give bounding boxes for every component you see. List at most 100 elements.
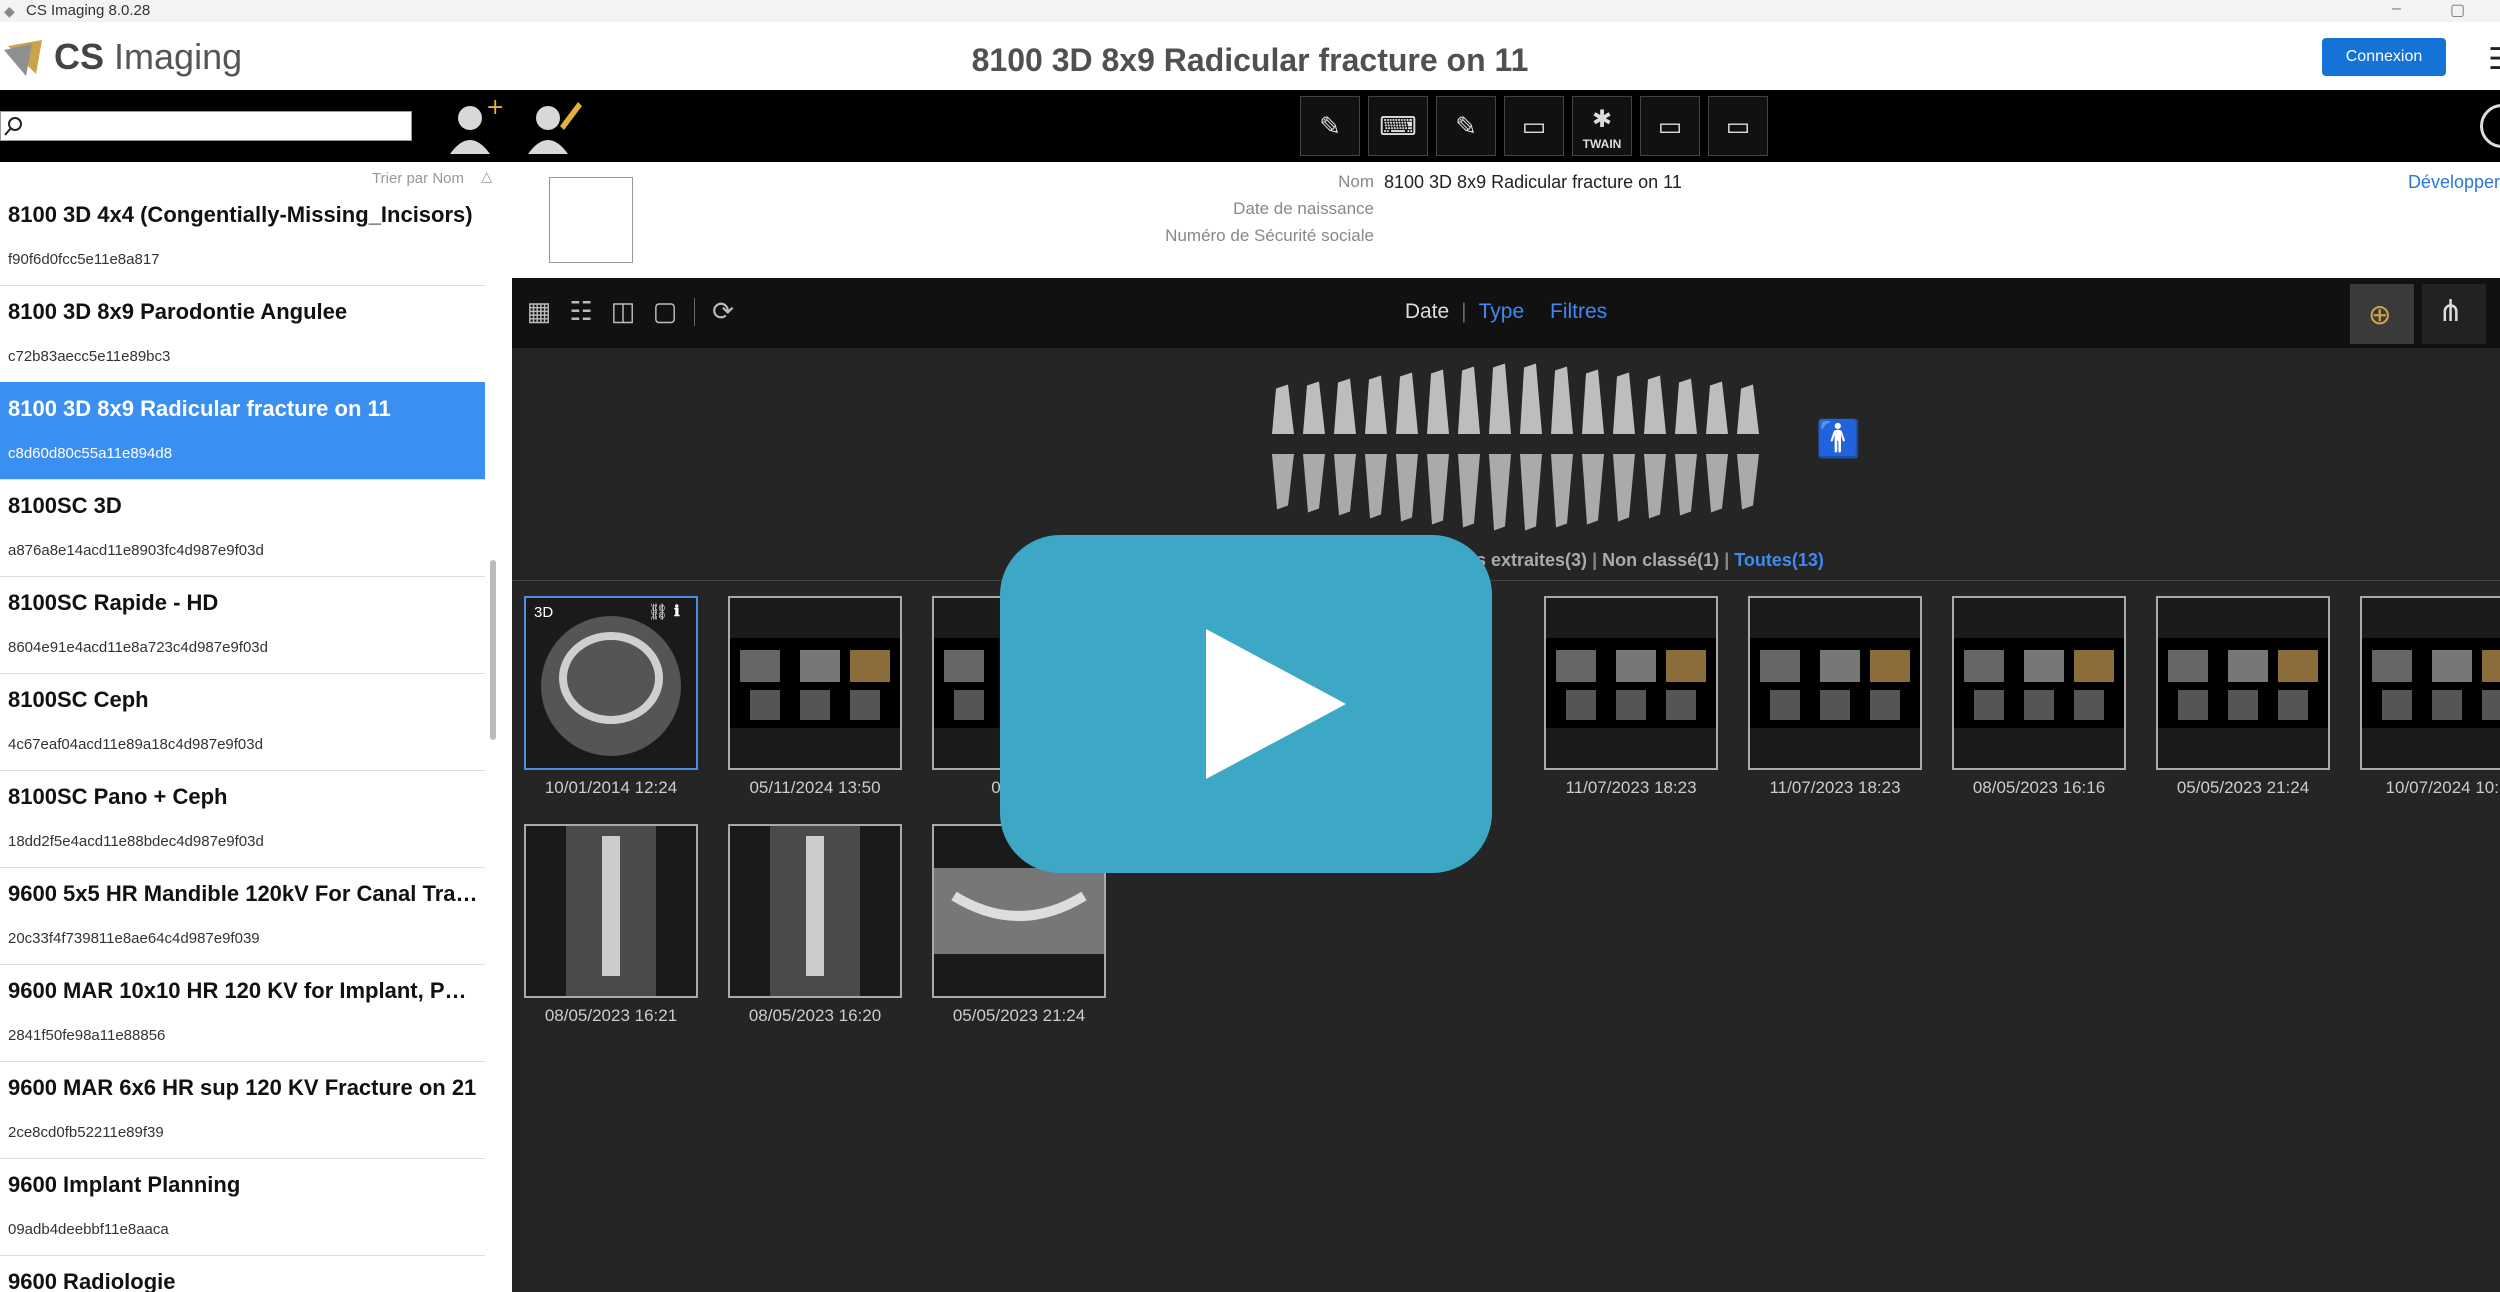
patient-list-item[interactable]: 9600 MAR 6x6 HR sup 120 KV Fracture on 2… xyxy=(0,1061,485,1159)
patient-name: 9600 MAR 6x6 HR sup 120 KV Fracture on 2… xyxy=(8,1075,477,1100)
sensor-icon: ▭ xyxy=(1657,111,1683,141)
share-icon: ⋔ xyxy=(2438,295,2464,328)
upper-tooth[interactable] xyxy=(1551,366,1573,435)
patient-list-item[interactable]: 8100SC Ceph 4c67eaf04acd11e89a18c4d987e9f… xyxy=(0,673,485,771)
upper-tooth[interactable] xyxy=(1334,378,1356,435)
dental-chart[interactable] xyxy=(1252,348,1782,548)
clock-icon[interactable] xyxy=(2480,104,2500,148)
intraoral-camera-button[interactable]: ✎ xyxy=(1300,96,1360,156)
patient-photo[interactable] xyxy=(549,177,633,263)
upper-tooth[interactable] xyxy=(1737,384,1759,435)
image-thumbnail[interactable] xyxy=(728,824,902,998)
video-play-button[interactable] xyxy=(1000,535,1492,873)
lower-tooth[interactable] xyxy=(1520,454,1542,531)
cat-separator: | xyxy=(1592,550,1603,570)
report-image xyxy=(2362,638,2500,728)
upper-tooth[interactable] xyxy=(1644,375,1666,435)
lower-tooth[interactable] xyxy=(1551,454,1573,528)
image-thumbnail[interactable] xyxy=(728,596,902,770)
restore-icon[interactable]: ▢ xyxy=(2450,0,2465,20)
tab-filtres[interactable]: Filtres xyxy=(1544,300,1613,323)
report-image xyxy=(730,638,900,728)
connexion-button[interactable]: Connexion xyxy=(2322,38,2446,76)
patient-list-item[interactable]: 8100SC 3D a876a8e14acd11e8903fc4d987e9f03… xyxy=(0,479,485,577)
lower-tooth[interactable] xyxy=(1613,454,1635,522)
info-icon[interactable]: ℹ xyxy=(674,602,680,620)
tab-type[interactable]: Type xyxy=(1473,300,1531,323)
lower-tooth[interactable] xyxy=(1644,454,1666,519)
patient-list-item[interactable]: 8100SC Pano + Ceph 18dd2f5e4acd11e88bdec4… xyxy=(0,770,485,868)
upper-tooth[interactable] xyxy=(1613,372,1635,435)
patient-list-item[interactable]: 8100 3D 4x4 (Congentially-Missing_Inciso… xyxy=(0,188,485,286)
image-thumbnail[interactable] xyxy=(2156,596,2330,770)
image-thumbnail[interactable] xyxy=(1952,596,2126,770)
share-button[interactable]: ⋔ xyxy=(2422,284,2486,344)
lower-tooth[interactable] xyxy=(1737,454,1759,510)
upper-tooth[interactable] xyxy=(1458,366,1480,435)
lower-tooth[interactable] xyxy=(1458,454,1480,528)
patient-list-item[interactable]: 8100 3D 8x9 Radicular fracture on 11 c8d6… xyxy=(0,382,485,480)
export-button[interactable]: ⊕ xyxy=(2350,284,2414,344)
sensor-2-button[interactable]: ▭ xyxy=(1640,96,1700,156)
upper-tooth[interactable] xyxy=(1365,375,1387,435)
patient-list: 8100 3D 4x4 (Congentially-Missing_Inciso… xyxy=(0,188,512,1292)
add-patient-button[interactable]: + xyxy=(440,95,504,156)
search-input[interactable] xyxy=(0,111,412,141)
cat-toutes[interactable]: Toutes(13) xyxy=(1734,550,1824,570)
image-thumbnail[interactable] xyxy=(524,824,698,998)
upper-tooth[interactable] xyxy=(1396,372,1418,435)
upper-tooth[interactable] xyxy=(1675,378,1697,435)
menu-icon[interactable]: ☰ xyxy=(2488,42,2500,77)
lower-tooth[interactable] xyxy=(1706,454,1728,513)
lower-tooth[interactable] xyxy=(1365,454,1387,519)
lower-tooth[interactable] xyxy=(1334,454,1356,516)
cat-non-classe[interactable]: Non classé(1) xyxy=(1602,550,1719,570)
developper-link[interactable]: Développer xyxy=(2408,172,2500,193)
acquire-intraoral-button[interactable]: ✎ xyxy=(1436,96,1496,156)
lower-tooth[interactable] xyxy=(1303,454,1325,513)
image-thumbnail[interactable] xyxy=(1748,596,1922,770)
add-patient-icon: + xyxy=(450,95,504,154)
upper-tooth[interactable] xyxy=(1582,369,1604,435)
patient-list-item[interactable]: 9600 5x5 HR Mandible 120kV For Canal Tra… xyxy=(0,867,485,965)
patient-list-item[interactable]: 8100 3D 8x9 Parodontie Angulee c72b83aecc… xyxy=(0,285,485,383)
sensor-3-button[interactable]: ▭ xyxy=(1708,96,1768,156)
patient-list-item[interactable]: 9600 MAR 10x10 HR 120 KV for Implant, Pa… xyxy=(0,964,485,1062)
image-thumbnail[interactable]: 3D ⛓ ℹ xyxy=(524,596,698,770)
adult-patient-icon[interactable]: 🚹 xyxy=(1816,418,1861,460)
lower-tooth[interactable] xyxy=(1427,454,1449,525)
upper-tooth[interactable] xyxy=(1427,369,1449,435)
ssn-label: Numéro de Sécurité sociale xyxy=(1165,226,1374,245)
edit-patient-button[interactable] xyxy=(520,96,584,156)
patient-list-item[interactable]: 8100SC Rapide - HD 8604e91e4acd11e8a723c4… xyxy=(0,576,485,674)
patient-name: 8100SC 3D xyxy=(8,493,122,518)
lower-tooth[interactable] xyxy=(1272,454,1294,510)
twain-button[interactable]: ✱ TWAIN xyxy=(1572,96,1632,156)
lower-tooth[interactable] xyxy=(1582,454,1604,525)
patient-list-item[interactable]: 9600 Radiologie xyxy=(0,1255,485,1292)
sidebar-scrollbar[interactable] xyxy=(490,560,496,740)
thumbnail-date: 05/05/2023 21:24 xyxy=(2176,778,2310,797)
tab-date[interactable]: Date xyxy=(1399,300,1455,323)
upper-tooth[interactable] xyxy=(1489,363,1511,435)
upper-tooth[interactable] xyxy=(1272,384,1294,435)
axial-slice-image xyxy=(541,616,681,756)
lower-tooth[interactable] xyxy=(1675,454,1697,516)
image-thumbnail[interactable] xyxy=(1544,596,1718,770)
link-icon[interactable]: ⛓ xyxy=(648,602,668,622)
patient-name: 8100SC Rapide - HD xyxy=(8,590,219,615)
minimize-icon[interactable]: – xyxy=(2392,0,2401,18)
upper-tooth[interactable] xyxy=(1520,363,1542,435)
sensor-button[interactable]: ▭ xyxy=(1504,96,1564,156)
lower-tooth[interactable] xyxy=(1489,454,1511,531)
patient-id: c72b83aecc5e11e89bc3 xyxy=(8,348,171,365)
search-icon xyxy=(4,117,22,136)
upper-tooth[interactable] xyxy=(1706,381,1728,435)
viewer-toolbar: ▦ ☷ ◫ ▢ ⟳ Date | Type Filtres ⊕ ⋔ xyxy=(512,278,2500,348)
patient-list-item[interactable]: 9600 Implant Planning 09adb4deebbf11e8aac… xyxy=(0,1158,485,1256)
window-title: CS Imaging 8.0.28 xyxy=(26,2,151,19)
lower-tooth[interactable] xyxy=(1396,454,1418,522)
image-thumbnail[interactable] xyxy=(2360,596,2500,770)
upper-tooth[interactable] xyxy=(1303,381,1325,435)
sensor-settings-button[interactable]: ⌨ xyxy=(1368,96,1428,156)
